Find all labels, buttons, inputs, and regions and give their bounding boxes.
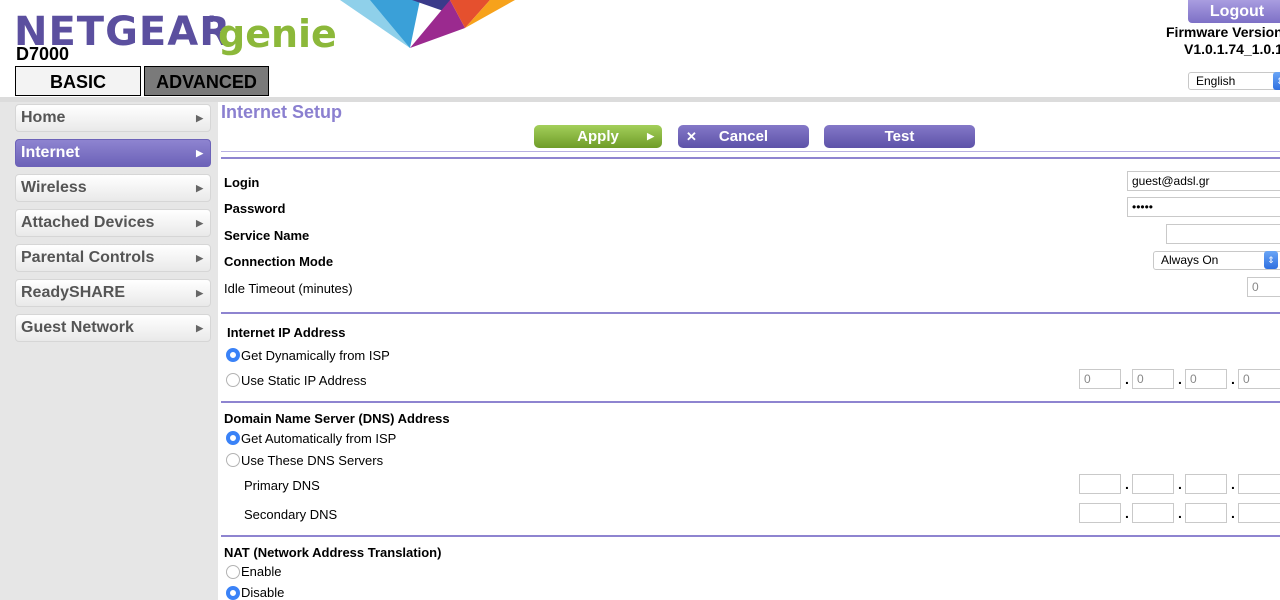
sidebar-item-label: Wireless [21,179,87,196]
select-spinner-icon: ⇕ [1273,72,1280,90]
idle-timeout-input[interactable] [1247,277,1280,297]
sidebar-item-label: Internet [21,144,80,161]
login-input[interactable] [1127,171,1280,191]
tab-advanced[interactable]: ADVANCED [144,66,269,96]
sidebar-item-label: Parental Controls [21,249,155,266]
service-name-label: Service Name [224,228,310,243]
firmware-version-label: Firmware Version [1166,24,1280,40]
secondary-dns-octet-3[interactable] [1185,503,1227,523]
dns-auto-radio[interactable] [226,431,240,445]
connection-mode-label: Connection Mode [224,254,334,269]
nat-enable-label: Enable [241,564,282,579]
language-select[interactable]: English ⇕ [1188,72,1280,90]
password-label: Password [224,201,286,216]
secondary-dns-octet-1[interactable] [1079,503,1121,523]
ip-separator: . [1125,371,1129,387]
sidebar-item-home[interactable]: Home ▶ [15,104,211,132]
logout-button[interactable]: Logout [1188,0,1280,23]
idle-timeout-label: Idle Timeout (minutes) [224,281,353,296]
sidebar-item-readyshare[interactable]: ReadySHARE ▶ [15,279,211,307]
nat-disable-radio[interactable] [226,586,240,600]
test-button[interactable]: Test [824,125,975,148]
static-ip-octet-3[interactable] [1185,369,1227,389]
divider [221,535,1280,537]
connection-mode-value: Always On [1161,253,1219,267]
dns-title: Domain Name Server (DNS) Address [224,411,450,426]
dns-manual-radio[interactable] [226,453,240,467]
secondary-dns-octet-4[interactable] [1238,503,1280,523]
divider [221,157,1280,159]
chevron-right-icon: ▶ [196,113,203,123]
firmware-version-value: V1.0.1.74_1.0.1 [1184,41,1280,57]
cancel-button[interactable]: ✕ Cancel [678,125,809,148]
secondary-dns-octet-2[interactable] [1132,503,1174,523]
sidebar-item-attached-devices[interactable]: Attached Devices ▶ [15,209,211,237]
ip-static-label: Use Static IP Address [241,373,367,388]
dns-manual-label: Use These DNS Servers [241,453,384,468]
tab-basic[interactable]: BASIC [15,66,141,96]
sidebar-item-parental-controls[interactable]: Parental Controls ▶ [15,244,211,272]
genie-mark: • [316,26,320,37]
divider [221,312,1280,314]
dns-separator: . [1125,476,1129,492]
password-input[interactable] [1127,197,1280,217]
arrow-right-icon: ▶ [647,131,654,141]
primary-dns-octet-3[interactable] [1185,474,1227,494]
static-ip-octet-4[interactable] [1238,369,1280,389]
chevron-right-icon: ▶ [196,218,203,228]
dns-separator: . [1178,476,1182,492]
primary-dns-octet-1[interactable] [1079,474,1121,494]
internet-ip-title: Internet IP Address [227,325,346,340]
sidebar-item-guest-network[interactable]: Guest Network ▶ [15,314,211,342]
page-title: Internet Setup [221,102,343,122]
sidebar-item-internet[interactable]: Internet ▶ [15,139,211,167]
connection-mode-select[interactable]: Always On ⇕ [1153,251,1280,270]
service-name-input[interactable] [1166,224,1280,244]
login-label: Login [224,175,260,190]
divider [221,401,1280,403]
select-spinner-icon: ⇕ [1264,251,1278,269]
dns-separator: . [1178,505,1182,521]
chevron-right-icon: ▶ [196,323,203,333]
secondary-dns-label: Secondary DNS [244,507,338,522]
dns-auto-label: Get Automatically from ISP [241,431,397,446]
dns-separator: . [1231,505,1235,521]
model-name: D7000 [16,44,70,64]
close-icon: ✕ [686,129,697,144]
sidebar-item-label: Guest Network [21,319,134,336]
sidebar-item-wireless[interactable]: Wireless ▶ [15,174,211,202]
sidebar: Home ▶ Internet ▶ Wireless ▶ Attached De… [0,102,218,600]
sidebar-item-label: ReadySHARE [21,284,126,301]
cancel-label: Cancel [718,128,769,145]
registered-mark: ® [208,14,216,25]
static-ip-octet-1[interactable] [1079,369,1121,389]
ip-dynamic-label: Get Dynamically from ISP [241,348,390,363]
nat-disable-label: Disable [241,585,285,600]
divider [221,151,1280,152]
primary-dns-label: Primary DNS [244,478,320,493]
primary-dns-octet-2[interactable] [1132,474,1174,494]
header: NETGEAR ® genie • D7000 BASIC ADVANCED L… [0,0,1280,98]
chevron-right-icon: ▶ [196,148,203,158]
sidebar-item-label: Attached Devices [21,214,155,231]
chevron-right-icon: ▶ [196,183,203,193]
ip-dynamic-radio[interactable] [226,348,240,362]
dns-separator: . [1231,476,1235,492]
ip-separator: . [1178,371,1182,387]
language-value: English [1196,74,1236,88]
dns-separator: . [1125,505,1129,521]
nat-title: NAT (Network Address Translation) [224,545,442,560]
chevron-right-icon: ▶ [196,288,203,298]
ip-separator: . [1231,371,1235,387]
test-label: Test [884,128,915,145]
sidebar-item-label: Home [21,109,66,126]
logo-decoration-icon [340,0,515,48]
nat-enable-radio[interactable] [226,565,240,579]
ip-static-radio[interactable] [226,373,240,387]
chevron-right-icon: ▶ [196,253,203,263]
static-ip-octet-2[interactable] [1132,369,1174,389]
apply-label: Apply [577,128,619,145]
apply-button[interactable]: Apply ▶ [534,125,662,148]
primary-dns-octet-4[interactable] [1238,474,1280,494]
